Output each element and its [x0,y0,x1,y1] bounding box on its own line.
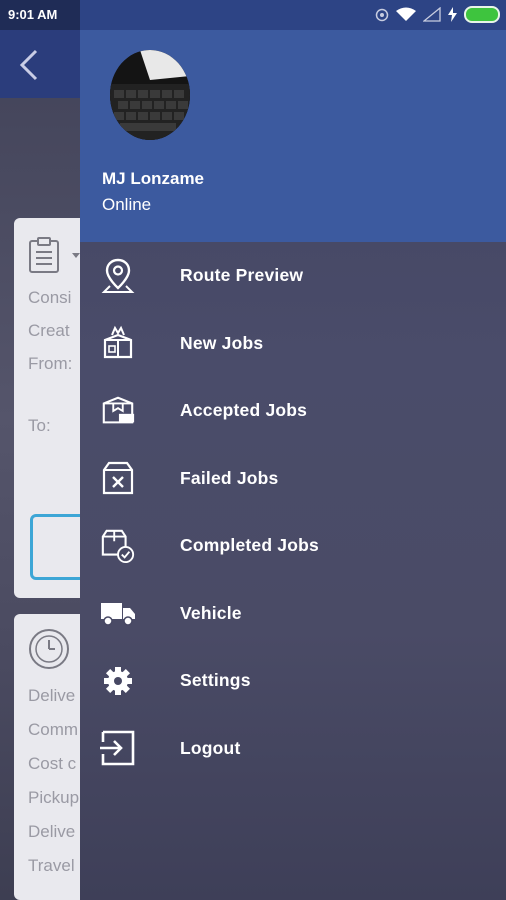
user-name: MJ Lonzame [102,169,205,188]
status-bar [80,0,506,30]
logout-icon [100,730,136,766]
menu-item-completed-jobs[interactable]: Completed Jobs [80,512,506,580]
drawer-menu: Route Preview New Jobs Accepted Jobs Fai… [80,242,506,782]
chevron-down-icon[interactable] [72,253,80,258]
menu-item-label: Failed Jobs [180,467,279,488]
card-line: Comm [28,720,79,739]
clock-icon [29,629,69,669]
accepted-box-icon [100,393,136,429]
card-line: From: [28,354,73,373]
card-line: Delive [28,822,76,841]
card-line: Pickup [28,788,80,807]
card-line: Cost c [28,754,77,773]
card-line: Delive [28,686,76,705]
menu-item-label: Accepted Jobs [180,400,308,421]
failed-box-icon [100,460,136,496]
card-line: To: [28,416,51,435]
menu-item-logout[interactable]: Logout [80,715,506,783]
user-status: Online [102,195,152,214]
gear-icon [100,663,136,699]
truck-icon [100,595,136,631]
drawer-header: MJ Lonzame Online [80,30,506,242]
avatar-image [110,50,190,140]
sync-icon [375,8,389,21]
wifi-icon [396,7,416,21]
menu-item-label: Settings [180,670,251,691]
signal-icon [423,7,441,22]
menu-item-settings[interactable]: Settings [80,647,506,715]
menu-item-new-jobs[interactable]: New Jobs [80,310,506,378]
menu-item-vehicle[interactable]: Vehicle [80,580,506,648]
menu-item-accepted-jobs[interactable]: Accepted Jobs [80,377,506,445]
menu-item-label: Route Preview [180,265,304,286]
card-line: Travel [28,856,75,875]
menu-item-failed-jobs[interactable]: Failed Jobs [80,445,506,513]
card-line: Consi [28,288,72,307]
navigation-drawer: MJ Lonzame Online Route Preview New Jobs… [80,0,506,900]
clipboard-icon [29,237,59,273]
new-box-icon [100,325,136,361]
status-time: 9:01 AM [8,7,58,22]
avatar[interactable] [110,50,190,140]
menu-item-route-preview[interactable]: Route Preview [80,242,506,310]
map-pin-icon [100,258,136,294]
menu-item-label: Logout [180,737,241,758]
completed-box-icon [100,528,136,564]
menu-item-label: Completed Jobs [180,535,319,556]
charging-icon [448,7,457,22]
back-arrow-icon[interactable] [16,48,42,82]
menu-item-label: New Jobs [180,332,264,353]
menu-item-label: Vehicle [180,602,242,623]
status-icons [375,6,500,23]
battery-icon [464,6,500,23]
card-line: Creat [28,321,70,340]
